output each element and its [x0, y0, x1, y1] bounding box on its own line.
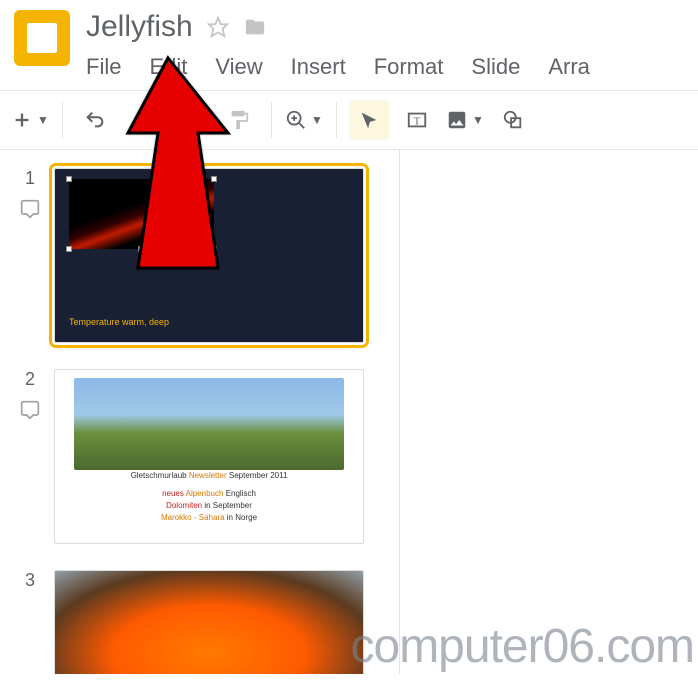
slide2-text: Gletschmurlaub Newsletter September 2011…	[55, 470, 363, 524]
menu-insert[interactable]: Insert	[291, 54, 346, 80]
redo-button[interactable]	[123, 100, 163, 140]
menu-arrange[interactable]: Arra	[548, 54, 590, 80]
svg-text:T: T	[414, 116, 421, 128]
slide-thumbnail-1[interactable]: 1 Temperature warm, deep	[16, 168, 399, 343]
menu-bar: File Edit View Insert Format Slide Arra	[86, 44, 684, 80]
slide-canvas[interactable]	[400, 150, 698, 674]
chevron-down-icon: ▼	[311, 113, 323, 127]
textbox-button[interactable]: T	[397, 100, 437, 140]
shape-button[interactable]	[493, 100, 533, 140]
separator	[271, 102, 272, 138]
slide-number: 3	[25, 570, 35, 591]
comment-icon[interactable]	[20, 199, 40, 224]
star-icon[interactable]	[207, 16, 229, 38]
slide-thumbnail-2[interactable]: 2 Gletschmurlaub Newsletter September 20…	[16, 369, 399, 544]
menu-slide[interactable]: Slide	[471, 54, 520, 80]
print-button[interactable]	[171, 100, 211, 140]
slide-panel: 1 Temperature warm, deep 2	[0, 150, 400, 674]
doc-title[interactable]: Jellyfish	[86, 10, 193, 44]
toolbar: ▼ ▼ T ▼	[0, 90, 698, 150]
app-icon[interactable]	[14, 10, 70, 66]
menu-edit[interactable]: Edit	[149, 54, 187, 80]
menu-format[interactable]: Format	[374, 54, 444, 80]
folder-icon[interactable]	[243, 16, 267, 38]
zoom-button[interactable]: ▼	[284, 100, 324, 140]
select-tool-button[interactable]	[349, 100, 389, 140]
separator	[336, 102, 337, 138]
slide-number: 1	[25, 168, 35, 189]
slide-number: 2	[25, 369, 35, 390]
paint-format-button[interactable]	[219, 100, 259, 140]
comment-icon[interactable]	[20, 400, 40, 425]
chevron-down-icon: ▼	[472, 113, 484, 127]
menu-view[interactable]: View	[215, 54, 262, 80]
undo-button[interactable]	[75, 100, 115, 140]
chevron-down-icon: ▼	[37, 113, 49, 127]
image-button[interactable]: ▼	[445, 100, 485, 140]
new-slide-button[interactable]: ▼	[10, 100, 50, 140]
separator	[62, 102, 63, 138]
slide1-caption: Temperature warm, deep	[69, 317, 219, 328]
watermark: computer06.com	[351, 619, 695, 674]
menu-file[interactable]: File	[86, 54, 121, 80]
slide-thumbnail-3[interactable]: 3	[16, 570, 399, 674]
